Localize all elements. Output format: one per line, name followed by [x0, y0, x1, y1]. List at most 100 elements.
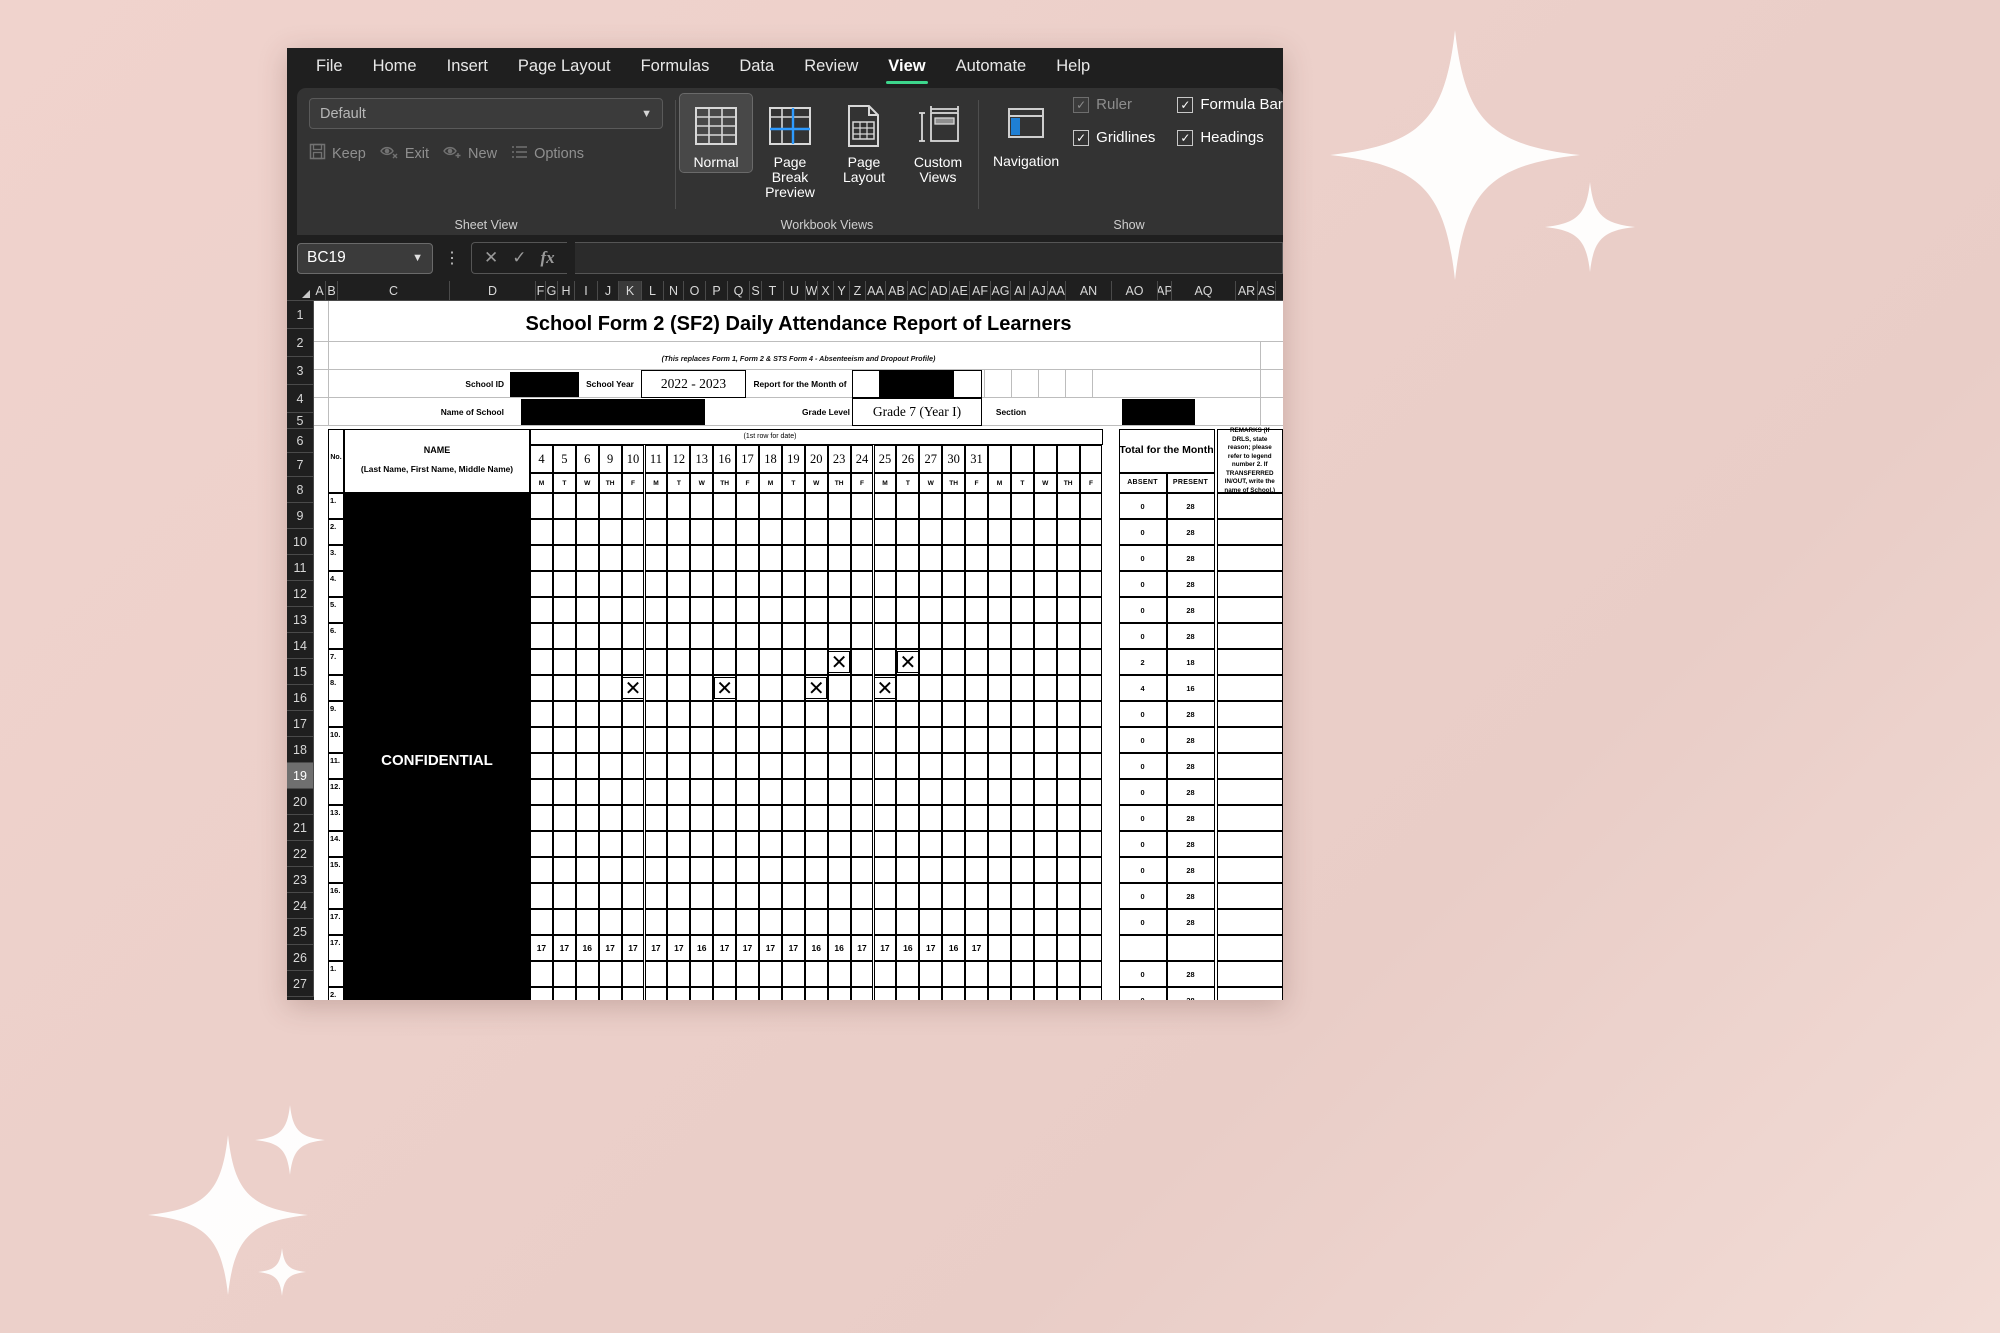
- table-attendance-cell[interactable]: [759, 961, 782, 987]
- table-attendance-cell[interactable]: [896, 857, 920, 883]
- row-header-8[interactable]: 8: [287, 477, 314, 503]
- sheet-view-exit-button[interactable]: Exit: [380, 144, 429, 163]
- table-attendance-cell[interactable]: [690, 857, 714, 883]
- column-header-Y[interactable]: Y: [834, 281, 850, 300]
- table-attendance-cell[interactable]: [713, 493, 737, 519]
- table-attendance-cell[interactable]: [988, 883, 1011, 909]
- table-attendance-cell[interactable]: [530, 623, 553, 649]
- table-attendance-cell[interactable]: [781, 519, 805, 545]
- table-attendance-cell[interactable]: [804, 961, 828, 987]
- table-attendance-cell[interactable]: [552, 909, 576, 935]
- table-attendance-cell[interactable]: [644, 727, 668, 753]
- table-attendance-cell[interactable]: [644, 883, 668, 909]
- table-attendance-cell[interactable]: [919, 727, 943, 753]
- table-attendance-cell[interactable]: [736, 623, 759, 649]
- sheet-view-options-button[interactable]: Options: [511, 145, 584, 163]
- table-attendance-cell[interactable]: [919, 675, 943, 701]
- table-attendance-cell[interactable]: [827, 623, 851, 649]
- table-attendance-cell[interactable]: [644, 857, 668, 883]
- table-attendance-cell[interactable]: [575, 753, 599, 779]
- table-attendance-cell[interactable]: [690, 571, 714, 597]
- table-attendance-cell[interactable]: [552, 493, 576, 519]
- table-attendance-cell[interactable]: [1079, 493, 1103, 519]
- table-attendance-cell[interactable]: [530, 493, 553, 519]
- table-attendance-cell[interactable]: [1033, 753, 1057, 779]
- table-attendance-cell[interactable]: [781, 753, 805, 779]
- table-attendance-cell[interactable]: [575, 701, 599, 727]
- row-header-21[interactable]: 21: [287, 815, 314, 841]
- table-attendance-cell[interactable]: [1010, 909, 1034, 935]
- table-attendance-cell[interactable]: [942, 519, 966, 545]
- table-attendance-cell[interactable]: [759, 493, 782, 519]
- table-attendance-cell[interactable]: [873, 727, 897, 753]
- table-attendance-cell[interactable]: [713, 961, 737, 987]
- table-attendance-cell[interactable]: [804, 701, 828, 727]
- table-attendance-cell[interactable]: [759, 675, 782, 701]
- table-attendance-cell[interactable]: [804, 831, 828, 857]
- table-attendance-cell[interactable]: [965, 519, 988, 545]
- table-attendance-cell[interactable]: [827, 805, 851, 831]
- navigation-button[interactable]: Navigation: [993, 96, 1059, 169]
- table-attendance-cell[interactable]: [690, 805, 714, 831]
- table-attendance-cell[interactable]: [621, 597, 645, 623]
- table-attendance-cell[interactable]: [621, 961, 645, 987]
- table-attendance-cell[interactable]: [530, 883, 553, 909]
- table-attendance-cell[interactable]: [873, 571, 897, 597]
- table-attendance-cell[interactable]: [1010, 805, 1034, 831]
- table-attendance-cell[interactable]: [759, 519, 782, 545]
- table-attendance-cell[interactable]: [667, 493, 691, 519]
- table-attendance-cell[interactable]: [942, 883, 966, 909]
- table-attendance-cell[interactable]: [919, 753, 943, 779]
- table-attendance-cell[interactable]: [1079, 961, 1103, 987]
- table-attendance-cell[interactable]: [530, 597, 553, 623]
- column-header-F[interactable]: F: [536, 281, 546, 300]
- table-attendance-cell[interactable]: [690, 727, 714, 753]
- table-attendance-cell[interactable]: [713, 779, 737, 805]
- table-attendance-cell[interactable]: [621, 571, 645, 597]
- table-attendance-cell[interactable]: [1033, 571, 1057, 597]
- column-header-A[interactable]: A: [314, 281, 326, 300]
- table-attendance-cell[interactable]: [575, 571, 599, 597]
- table-attendance-cell[interactable]: [759, 883, 782, 909]
- table-attendance-cell[interactable]: [598, 987, 622, 1000]
- table-attendance-cell[interactable]: [988, 779, 1011, 805]
- table-attendance-cell[interactable]: [1056, 831, 1080, 857]
- table-attendance-cell[interactable]: [965, 493, 988, 519]
- table-attendance-cell[interactable]: [598, 675, 622, 701]
- table-attendance-cell[interactable]: [1033, 649, 1057, 675]
- table-attendance-cell[interactable]: [690, 545, 714, 571]
- table-attendance-cell[interactable]: [552, 779, 576, 805]
- table-attendance-cell[interactable]: [690, 597, 714, 623]
- table-attendance-cell[interactable]: [667, 623, 691, 649]
- table-attendance-cell[interactable]: [827, 597, 851, 623]
- table-remarks-cell[interactable]: [1216, 649, 1283, 675]
- table-attendance-cell[interactable]: [919, 831, 943, 857]
- table-attendance-cell[interactable]: [530, 805, 553, 831]
- table-attendance-cell[interactable]: [919, 493, 943, 519]
- table-attendance-cell[interactable]: [850, 597, 874, 623]
- table-remarks-cell[interactable]: [1216, 675, 1283, 701]
- table-attendance-cell[interactable]: [896, 831, 920, 857]
- table-attendance-cell[interactable]: [759, 831, 782, 857]
- table-remarks-cell[interactable]: [1216, 831, 1283, 857]
- table-attendance-cell[interactable]: [598, 753, 622, 779]
- table-attendance-cell[interactable]: [781, 961, 805, 987]
- table-attendance-cell[interactable]: [644, 545, 668, 571]
- table-attendance-cell[interactable]: [896, 987, 920, 1000]
- table-attendance-cell[interactable]: [736, 909, 759, 935]
- column-header-AQ[interactable]: AQ: [1172, 281, 1236, 300]
- table-attendance-cell[interactable]: [827, 779, 851, 805]
- table-attendance-cell[interactable]: [759, 545, 782, 571]
- table-attendance-cell[interactable]: [1033, 727, 1057, 753]
- column-header-S[interactable]: S: [750, 281, 762, 300]
- table-remarks-cell[interactable]: [1216, 701, 1283, 727]
- table-attendance-cell[interactable]: [1056, 493, 1080, 519]
- table-attendance-cell[interactable]: [827, 753, 851, 779]
- table-attendance-cell[interactable]: [781, 701, 805, 727]
- table-attendance-cell[interactable]: [1033, 831, 1057, 857]
- table-attendance-cell[interactable]: [896, 571, 920, 597]
- table-attendance-cell[interactable]: [667, 909, 691, 935]
- table-attendance-cell[interactable]: [1010, 519, 1034, 545]
- table-attendance-cell[interactable]: [942, 857, 966, 883]
- table-attendance-cell[interactable]: [530, 701, 553, 727]
